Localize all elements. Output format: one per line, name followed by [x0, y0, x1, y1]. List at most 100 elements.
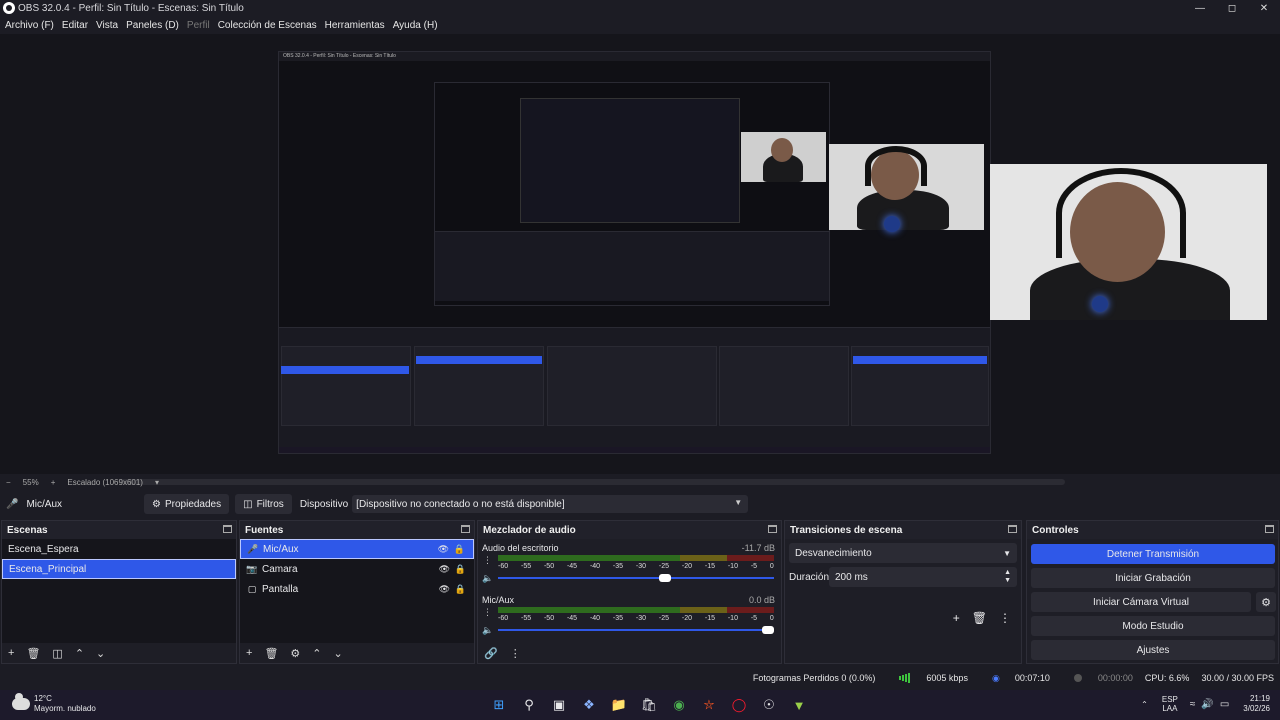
mixer-channel-mic: Mic/Aux 0.0 dB ⋮ -60 -55 -50 -45 -40 -35 -30 -2…	[482, 595, 775, 636]
chevron-down-icon[interactable]: ⌄	[334, 647, 343, 660]
filter-icon[interactable]: ◫	[52, 647, 62, 660]
cpu-usage: CPU: 6.6%	[1144, 673, 1190, 683]
monitor-icon: ▢	[247, 583, 257, 594]
microphone-icon: 🎤	[6, 498, 19, 510]
trash-icon[interactable]: 🗑	[264, 647, 278, 660]
chevron-up-icon[interactable]: ⌃	[312, 647, 321, 660]
undock-icon[interactable]	[223, 525, 232, 533]
zoom-in-icon[interactable]: +	[51, 478, 56, 487]
start-virtual-camera-button[interactable]: Iniciar Cámara Virtual	[1031, 592, 1251, 612]
source-item-camara[interactable]: 📷 Camara 👁 🔒	[240, 559, 474, 579]
mixer-header: Mezclador de audio	[478, 521, 781, 539]
add-icon[interactable]: +	[8, 647, 14, 659]
menu-perfil[interactable]: Perfil	[187, 20, 210, 31]
speaker-icon[interactable]: 🔈	[482, 625, 493, 636]
menu-ayuda[interactable]: Ayuda (H)	[393, 20, 438, 31]
add-icon[interactable]: +	[953, 611, 960, 625]
menu-paneles[interactable]: Paneles (D)	[126, 20, 179, 31]
speaker-icon[interactable]: 🔈	[482, 573, 493, 584]
transition-select[interactable]: Desvanecimiento ▼	[789, 543, 1017, 563]
source-item-pantalla[interactable]: ▢ Pantalla 👁 🔒	[240, 579, 474, 599]
meter-tick-label: -55	[520, 615, 532, 622]
lock-icon[interactable]: 🔒	[455, 564, 466, 575]
chevron-up-icon[interactable]: ⌃	[75, 647, 84, 660]
more-icon[interactable]: ⋮	[483, 607, 492, 618]
store-icon[interactable]: 🛍	[634, 695, 664, 715]
obs-taskbar-icon[interactable]: ☉	[754, 695, 784, 715]
scene-item-espera[interactable]: Escena_Espera	[2, 539, 236, 559]
menu-editar[interactable]: Editar	[62, 20, 88, 31]
meter-tick-label: -30	[635, 563, 647, 570]
task-view-icon[interactable]: ▣	[544, 695, 574, 715]
menu-vista[interactable]: Vista	[96, 20, 118, 31]
undock-icon[interactable]	[1265, 525, 1274, 533]
battery-icon[interactable]: ▭	[1220, 699, 1229, 710]
properties-button[interactable]: ⚙ Propiedades	[144, 494, 230, 514]
meter-tick-label: -15	[704, 563, 715, 570]
chevron-down-icon[interactable]: ▾	[155, 478, 159, 487]
device-select[interactable]: [Dispositivo no conectado o no está disp…	[352, 495, 749, 513]
chevron-up-icon[interactable]: ⌃	[1141, 700, 1148, 709]
filters-button[interactable]: ◫ Filtros	[235, 494, 292, 514]
chrome-icon[interactable]: ◉	[664, 695, 694, 715]
windows-start-icon[interactable]: ⊞	[484, 695, 514, 715]
undock-icon[interactable]	[768, 525, 777, 533]
weather-widget[interactable]: 12°C Mayorm. nublado	[12, 693, 96, 714]
lock-icon[interactable]: 🔒	[454, 544, 465, 555]
volume-knob[interactable]	[659, 574, 671, 582]
language-indicator[interactable]: ESP LAA	[1162, 695, 1178, 713]
maximize-icon[interactable]: ◻	[1216, 0, 1248, 16]
preview-area[interactable]: OBS 32.0.4 - Perfil: Sin Título - Escena…	[0, 34, 1280, 485]
close-icon[interactable]: ✕	[1248, 0, 1280, 16]
chevron-down-icon[interactable]: ⌄	[96, 647, 105, 660]
trash-icon[interactable]: 🗑	[972, 611, 987, 625]
menu-archivo[interactable]: Archivo (F)	[5, 20, 54, 31]
more-icon[interactable]: ⋮	[483, 555, 492, 566]
zoom-out-icon[interactable]: −	[6, 478, 11, 487]
undock-icon[interactable]	[461, 525, 470, 533]
wifi-icon[interactable]: ≈	[1190, 699, 1196, 710]
stepper-icon[interactable]: ▲ ▼	[1004, 569, 1011, 585]
volume-knob[interactable]	[762, 626, 774, 634]
volume-icon[interactable]: 🔊	[1201, 699, 1213, 710]
chevron-down-icon: ▼	[1003, 548, 1011, 558]
eye-icon[interactable]: 👁	[439, 584, 450, 595]
trash-icon[interactable]: 🗑	[26, 647, 40, 660]
duration-input[interactable]: 200 ms ▲ ▼	[829, 567, 1017, 587]
minimize-icon[interactable]: —	[1184, 0, 1216, 16]
volume-slider[interactable]	[498, 574, 774, 582]
opera-icon[interactable]: ◯	[724, 695, 754, 715]
camera-source[interactable]	[990, 164, 1267, 320]
meter-tick-label: -35	[612, 563, 624, 570]
weather-desc: Mayorm. nublado	[34, 704, 96, 713]
menu-herramientas[interactable]: Herramientas	[325, 20, 385, 31]
fps: 30.00 / 30.00 FPS	[1201, 673, 1274, 683]
clock[interactable]: 21:19 3/02/26	[1243, 694, 1270, 714]
file-explorer-icon[interactable]: 📁	[604, 695, 634, 715]
lock-icon[interactable]: 🔒	[455, 584, 466, 595]
brave-icon[interactable]: ⛦	[694, 695, 724, 715]
start-recording-button[interactable]: Iniciar Grabación	[1031, 568, 1275, 588]
gear-icon[interactable]: ⚙	[1256, 592, 1276, 612]
eye-icon[interactable]: 👁	[439, 564, 450, 575]
gear-icon[interactable]: ⚙	[290, 647, 300, 660]
source-item-mic[interactable]: 🎤 Mic/Aux 👁 🔒	[240, 539, 474, 559]
menu-coleccion[interactable]: Colección de Escenas	[218, 20, 317, 31]
studio-mode-button[interactable]: Modo Estudio	[1031, 616, 1275, 636]
copilot-icon[interactable]: ❖	[574, 695, 604, 715]
stop-streaming-button[interactable]: Detener Transmisión	[1031, 544, 1275, 564]
more-icon[interactable]: ⋮	[999, 611, 1011, 625]
preview-nested-docks	[435, 231, 829, 301]
scene-item-principal[interactable]: Escena_Principal	[2, 559, 236, 579]
link-icon[interactable]: 🔗	[484, 647, 498, 660]
more-icon[interactable]: ⋮	[510, 647, 521, 660]
undock-icon[interactable]	[1008, 525, 1017, 533]
transitions-dock: Transiciones de escena Desvanecimiento ▼…	[784, 520, 1022, 664]
add-icon[interactable]: +	[246, 647, 252, 659]
eye-icon[interactable]: 👁	[438, 544, 449, 555]
program-preview[interactable]: OBS 32.0.4 - Perfil: Sin Título - Escena…	[278, 51, 991, 454]
search-icon[interactable]: ⚲	[514, 695, 544, 715]
settings-button[interactable]: Ajustes	[1031, 640, 1275, 660]
volume-slider[interactable]	[498, 626, 774, 634]
app-v-icon[interactable]: ▼	[784, 695, 814, 715]
